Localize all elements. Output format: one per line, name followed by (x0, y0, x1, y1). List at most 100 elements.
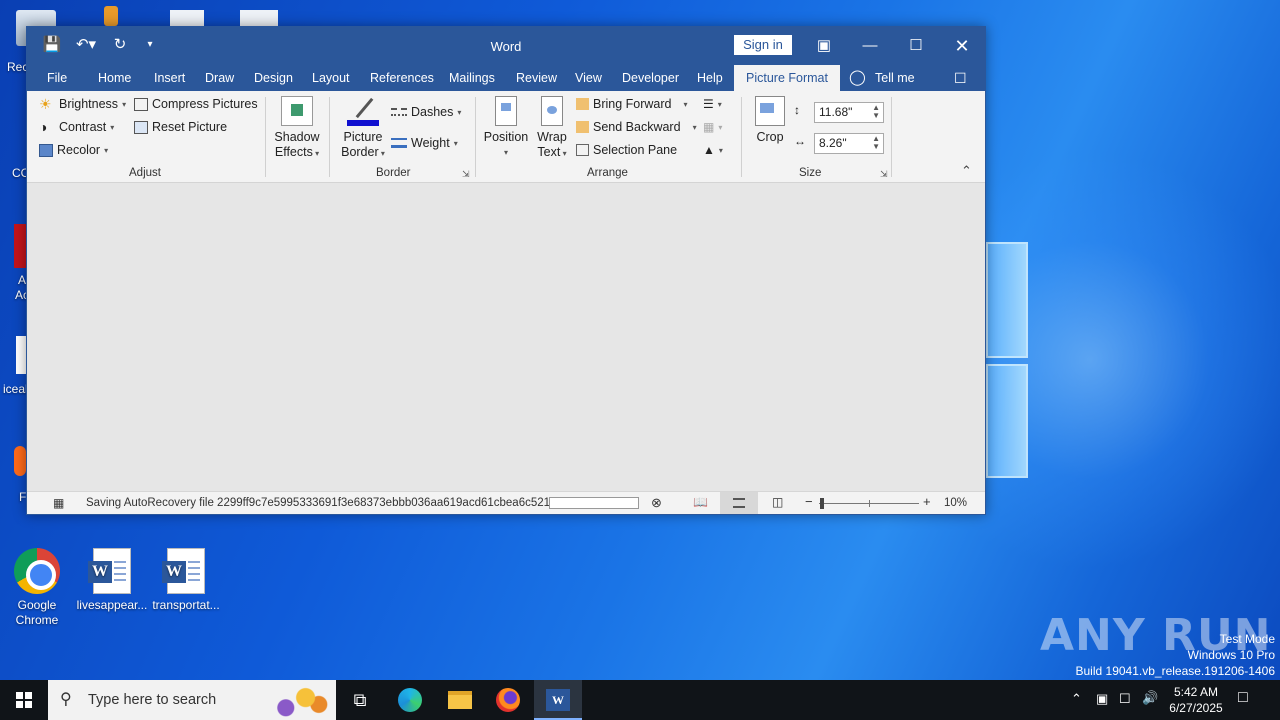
print-layout-view[interactable] (720, 492, 758, 514)
zoom-in-icon[interactable]: + (923, 494, 931, 509)
tab-view[interactable]: View (575, 69, 602, 91)
picture-border-button[interactable]: Picture Border ▾ (337, 96, 389, 161)
shadow-label-1: Shadow (274, 130, 320, 144)
sign-in-button[interactable]: Sign in (734, 35, 792, 55)
build-line: Build 19041.vb_release.191206-1406 (1075, 664, 1276, 678)
weight-button[interactable]: Weight ▾ (391, 136, 458, 150)
zoom-level[interactable]: 10% (944, 497, 967, 509)
selection-pane-button[interactable]: Selection Pane (576, 143, 677, 157)
desktop-label-iceal[interactable]: iceal (3, 382, 28, 396)
compress-pictures-button[interactable]: Compress Pictures (134, 97, 258, 111)
desktop-icon-label: livesappear... (76, 598, 148, 612)
width-spinner[interactable]: 8.26" ▲ ▼ (814, 133, 884, 154)
group-icon[interactable]: ▦ ▾ (703, 120, 722, 134)
tab-layout[interactable]: Layout (312, 69, 350, 91)
zoom-out-icon[interactable]: − (805, 494, 813, 509)
clock[interactable]: 5:42 AM 6/27/2025 (1166, 684, 1226, 716)
crop-button[interactable]: Crop (751, 96, 789, 145)
compress-label: Compress Pictures (152, 97, 258, 111)
tab-help[interactable]: Help (697, 69, 723, 91)
show-hidden-icons-icon[interactable]: ⌃ (1071, 691, 1082, 707)
width-value: 8.26" (819, 136, 847, 150)
weight-label: Weight (411, 136, 450, 150)
word-document-icon: W (88, 548, 131, 594)
tell-me-box[interactable]: Tell me (875, 69, 915, 91)
tab-references[interactable]: References (370, 69, 434, 91)
maximize-button[interactable]: ☐ (893, 31, 939, 61)
wrap-label-2: Text (537, 145, 561, 159)
reset-picture-button[interactable]: Reset Picture (134, 120, 227, 134)
tab-file[interactable]: File (47, 69, 67, 91)
edge-icon[interactable] (394, 684, 426, 716)
web-layout-icon[interactable]: ◫ (772, 495, 783, 509)
recolor-button[interactable]: Recolor ▾ (39, 143, 108, 157)
group-separator (265, 97, 266, 177)
collapse-ribbon-icon[interactable]: ⌃ (961, 163, 972, 179)
tab-review[interactable]: Review (516, 69, 557, 91)
spinner-arrows-icon[interactable]: ▲ ▼ (872, 135, 880, 151)
wrap-text-button[interactable]: Wrap Text ▾ (532, 96, 572, 161)
align-icon[interactable]: ☰ ▾ (703, 97, 722, 111)
tab-mailings[interactable]: Mailings (449, 69, 495, 91)
tab-picture-format[interactable]: Picture Format (734, 65, 840, 91)
position-button[interactable]: Position ▾ (482, 96, 530, 160)
firefox-icon[interactable] (14, 446, 26, 476)
send-backward-button[interactable]: Send Backward ▾ (576, 120, 697, 134)
brightness-button[interactable]: ☀ Brightness ▾ (39, 97, 126, 111)
close-button[interactable]: ✕ (939, 31, 985, 61)
document-area[interactable] (27, 184, 985, 492)
file-icon[interactable] (240, 10, 278, 26)
notifications-icon[interactable]: □ (1238, 689, 1248, 707)
height-spinner[interactable]: 11.68" ▲ ▼ (814, 102, 884, 123)
tab-insert[interactable]: Insert (154, 69, 185, 91)
selection-pane-label: Selection Pane (593, 143, 678, 157)
dashes-button[interactable]: Dashes ▾ (391, 105, 461, 119)
desktop-icon-transportat[interactable]: W transportat... (150, 548, 222, 613)
cancel-save-icon[interactable]: ⊗ (651, 495, 662, 511)
lightbulb-icon: ◯ (849, 69, 866, 86)
read-mode-icon[interactable]: 📖 (693, 495, 708, 509)
contrast-button[interactable]: ◑ Contrast ▾ (39, 120, 114, 134)
tab-developer[interactable]: Developer (622, 69, 679, 91)
taskbar-search-box[interactable]: ⚲ Type here to search (48, 680, 336, 720)
spinner-arrows-icon[interactable]: ▲ ▼ (872, 104, 880, 120)
group-label-size: Size (799, 167, 822, 179)
task-view-icon[interactable]: ⧉ (344, 684, 376, 716)
adobe-icon[interactable] (14, 224, 26, 268)
network-device-icon[interactable]: ▣ (1096, 691, 1108, 707)
width-icon: ↔ (794, 134, 806, 148)
word-window: 💾 ↶▾ ↻ ▾ Word Sign in ▣ — ☐ ✕ File Home … (26, 26, 986, 515)
desktop-label-adobe1[interactable]: A (18, 273, 26, 287)
file-explorer-icon[interactable] (444, 684, 476, 716)
word-taskbar-button[interactable]: W (534, 680, 582, 720)
network-icon[interactable]: ☐ (1119, 691, 1131, 707)
height-icon: ↕ (794, 103, 800, 117)
comments-icon[interactable]: ☐ (954, 69, 967, 91)
dialog-launcher-icon[interactable]: ⇲ (462, 169, 470, 180)
brightness-label: Brightness (59, 97, 119, 111)
tab-home[interactable]: Home (98, 69, 131, 91)
shadow-effects-button[interactable]: Shadow Effects ▾ (271, 96, 323, 161)
picture-border-icon (347, 96, 379, 126)
document-stats-icon[interactable]: ▦ (53, 496, 64, 510)
volume-icon[interactable]: 🔊 (1142, 690, 1158, 706)
minimize-button[interactable]: — (847, 31, 893, 61)
app-icon[interactable] (104, 6, 118, 26)
firefox-taskbar-icon[interactable] (492, 684, 524, 716)
rotate-icon[interactable]: ▲ ▾ (703, 143, 723, 157)
tab-design[interactable]: Design (254, 69, 293, 91)
word-file-icon[interactable] (16, 336, 26, 374)
file-icon[interactable] (170, 10, 204, 26)
windows-logo-wallpaper (986, 242, 1028, 478)
desktop-icon-livesappear[interactable]: W livesappear... (76, 548, 148, 613)
test-mode-notice: Test Mode Windows 10 Pro Build 19041.vb_… (1076, 631, 1276, 679)
zoom-slider-thumb[interactable] (820, 498, 824, 509)
start-button[interactable] (0, 680, 48, 720)
desktop-icon-google-chrome[interactable]: Google Chrome (1, 548, 73, 628)
bring-forward-button[interactable]: Bring Forward ▾ (576, 97, 688, 111)
reset-picture-icon (134, 120, 148, 134)
ribbon-display-options-icon[interactable]: ▣ (801, 31, 847, 61)
compress-icon (134, 97, 148, 111)
tab-draw[interactable]: Draw (205, 69, 234, 91)
dialog-launcher-icon[interactable]: ⇲ (880, 169, 888, 180)
